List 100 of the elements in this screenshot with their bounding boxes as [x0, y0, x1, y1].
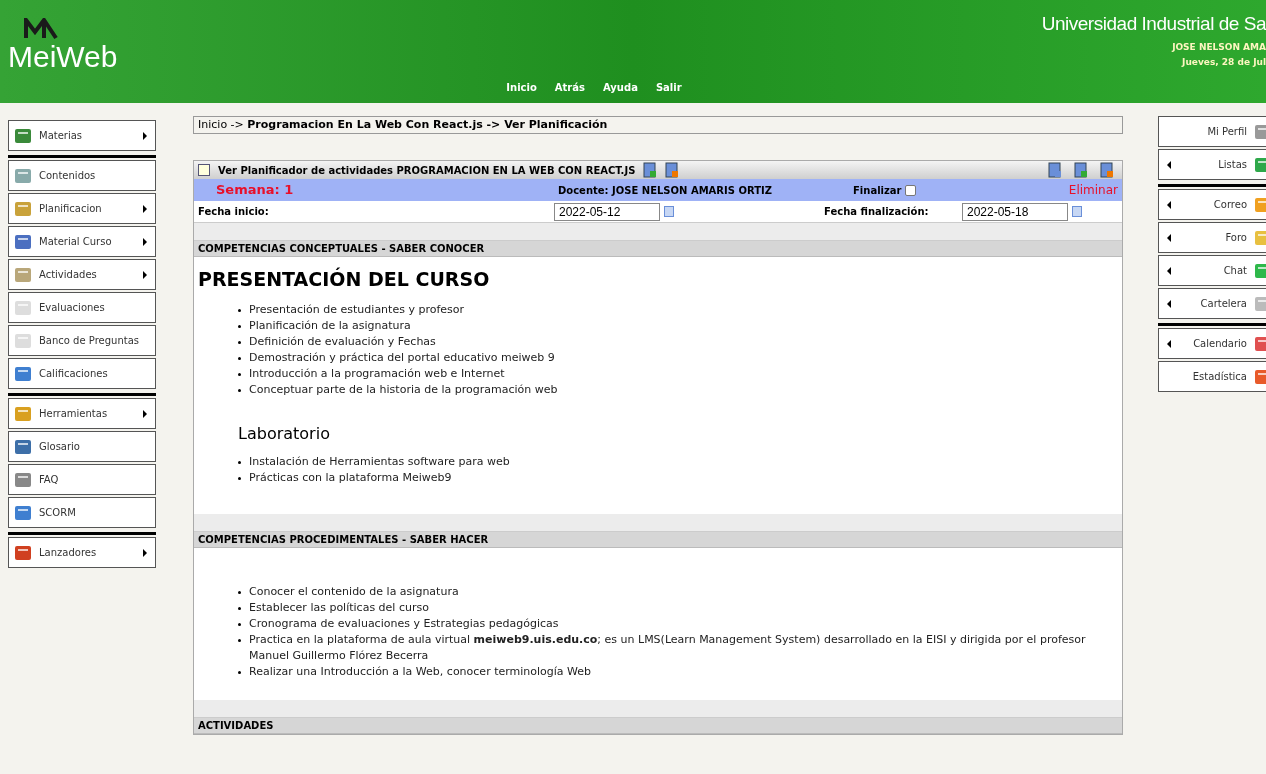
document-icon[interactable] [1048, 162, 1062, 178]
bullet-icon [238, 372, 241, 376]
menu-label: Evaluaciones [39, 301, 105, 315]
list-item: Practica en la plataforma de aula virtual meiweb9.uis.edu.co; es un LMS(Learn Management System) desarrollado en la EISI y dirigida por el profesor Manuel Guillermo Flórez Becerra [249, 631, 1087, 664]
bullet-icon [238, 638, 241, 642]
bullet-icon [238, 670, 241, 674]
menu-item[interactable]: Listas [1158, 149, 1266, 180]
menu-item[interactable]: Evaluaciones [8, 292, 156, 323]
week-label: Semana: 1 [215, 181, 295, 200]
finish-checkbox[interactable] [905, 184, 917, 196]
menu-item[interactable]: Actividades [8, 259, 156, 290]
menu-item[interactable]: Material Curso [8, 226, 156, 257]
bullet-icon [238, 340, 241, 344]
list-item: Planificación de la asignatura [249, 317, 411, 334]
list-item: Realizar una Introducción a la Web, conocer terminología Web [249, 663, 592, 680]
left-arrow-icon [1167, 233, 1171, 242]
breadcrumb: Inicio -> Programacion En La Web Con React.js -> Ver Planificación [193, 116, 1123, 134]
bullet-icon [238, 356, 241, 360]
document-icon[interactable] [1074, 162, 1088, 178]
left-arrow-icon [1167, 200, 1171, 209]
field-label: Fecha inicio: [198, 205, 270, 219]
menu-item[interactable]: Lanzadores [8, 537, 156, 568]
list-item: Demostración y práctica del portal educativo meiweb 9 [249, 349, 555, 366]
logo-mark-icon [24, 18, 58, 40]
date-field[interactable]: 2022-05-12 [554, 202, 660, 221]
institution-name: Universidad Industrial de Sa [1041, 12, 1266, 36]
menu-item[interactable]: Herramientas [8, 398, 156, 429]
list-item: Cronograma de evaluaciones y Estrategias pedagógicas [249, 615, 559, 632]
logo-text: MeiWeb [8, 40, 118, 74]
menu-item[interactable]: FAQ [8, 464, 156, 495]
right-arrow-icon [143, 131, 147, 140]
teacher-name: Docente: JOSE NELSON AMARIS ORTIZ [558, 183, 773, 198]
list-item: Establecer las políticas del curso [249, 599, 429, 616]
menu-label: Calendario [1193, 337, 1247, 351]
list-item: Conocer el contenido de la asignatura [249, 583, 459, 600]
menu-label: Listas [1218, 158, 1247, 172]
left-arrow-icon [1167, 299, 1171, 308]
menu-label: Foro [1225, 231, 1247, 245]
menu-label: Planificacion [39, 202, 102, 216]
menu-item[interactable]: Estadística [1158, 361, 1266, 392]
menu-label: Mi Perfil [1207, 125, 1247, 139]
menu-label: Lanzadores [39, 546, 97, 560]
left-arrow-icon [1167, 160, 1171, 169]
menu-item[interactable]: Cartelera [1158, 288, 1266, 319]
menu-label: Cartelera [1200, 297, 1247, 311]
document-icon[interactable] [1100, 162, 1114, 178]
menu-item[interactable]: Planificacion [8, 193, 156, 224]
menu-item[interactable]: SCORM [8, 497, 156, 528]
right-arrow-icon [143, 237, 147, 246]
list-item: Definición de evaluación y Fechas [249, 333, 436, 350]
document-icon[interactable] [665, 162, 680, 178]
menu-label: FAQ [39, 473, 59, 487]
menu-label: Contenidos [39, 169, 96, 183]
right-arrow-icon [143, 204, 147, 213]
user-name: JOSE NELSON AMA [1172, 40, 1266, 54]
menu-item[interactable]: Chat [1158, 255, 1266, 286]
finish-label: Finalizar [853, 183, 902, 198]
menu-item[interactable]: Contenidos [8, 160, 156, 191]
menu-label: Material Curso [39, 235, 112, 249]
right-arrow-icon [143, 548, 147, 557]
nav-link[interactable]: Salir [655, 80, 682, 95]
menu-item[interactable]: Calendario [1158, 328, 1266, 359]
menu-label: Herramientas [39, 407, 108, 421]
bullet-icon [238, 590, 241, 594]
menu-label: Chat [1223, 264, 1247, 278]
content-subtitle: Laboratorio [238, 422, 331, 445]
planner-title: Ver Planificador de actividades PROGRAMACION EN LA WEB CON REACT.JS [218, 163, 636, 178]
menu-item[interactable]: Materias [8, 120, 156, 151]
menu-item[interactable]: Calificaciones [8, 358, 156, 389]
bullet-icon [238, 388, 241, 392]
menu-label: Materias [39, 129, 83, 143]
list-item: Prácticas con la plataforma Meiweb9 [249, 469, 452, 486]
left-arrow-icon [1167, 339, 1171, 348]
menu-item[interactable]: Banco de Preguntas [8, 325, 156, 356]
right-arrow-icon [143, 270, 147, 279]
menu-item[interactable]: Mi Perfil [1158, 116, 1266, 147]
field-label: Fecha finalización: [824, 205, 930, 219]
menu-label: Banco de Preguntas [39, 334, 139, 348]
menu-label: Correo [1213, 198, 1247, 212]
menu-item[interactable]: Foro [1158, 222, 1266, 253]
menu-item[interactable]: Correo [1158, 189, 1266, 220]
list-item: Conceptuar parte de la historia de la programación web [249, 381, 558, 398]
nav-link[interactable]: Ayuda [602, 80, 638, 95]
nav-link[interactable]: Atrás [554, 80, 585, 95]
nav-link[interactable]: Inicio [506, 80, 537, 95]
menu-label: Estadística [1192, 370, 1247, 384]
edit-icon [198, 164, 210, 176]
bullet-icon [238, 622, 241, 626]
right-arrow-icon [143, 409, 147, 418]
section-heading: COMPETENCIAS CONCEPTUALES - SABER CONOCER [194, 241, 1122, 257]
bullet-icon [238, 308, 241, 312]
content-title: PRESENTACIÓN DEL CURSO [198, 266, 491, 292]
current-date: Jueves, 28 de Jul [1182, 56, 1266, 69]
menu-item[interactable]: Glosario [8, 431, 156, 462]
date-field[interactable]: 2022-05-18 [962, 202, 1068, 221]
menu-label: SCORM [39, 506, 76, 520]
document-icon[interactable] [643, 162, 658, 178]
list-item: Presentación de estudiantes y profesor [249, 301, 465, 318]
bullet-icon [238, 460, 241, 464]
left-arrow-icon [1167, 266, 1171, 275]
